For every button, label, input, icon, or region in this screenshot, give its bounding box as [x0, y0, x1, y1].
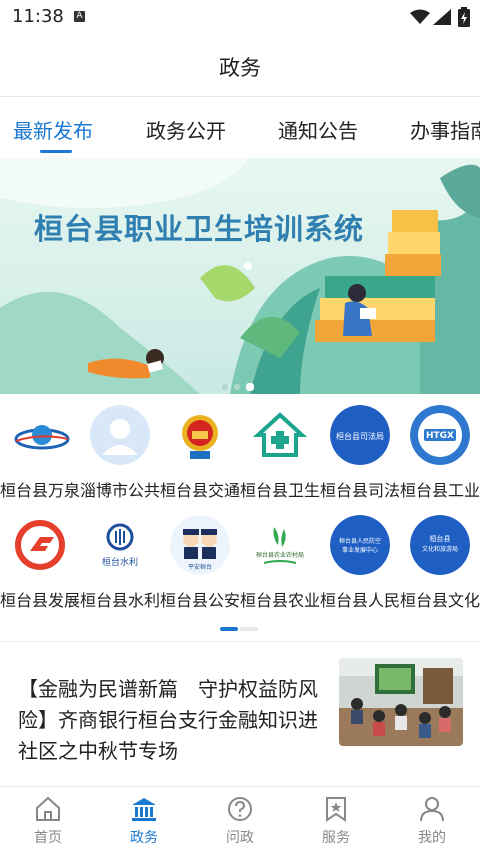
carousel-dot-active — [246, 383, 254, 391]
nav-home[interactable]: 首页 — [0, 787, 96, 854]
news-title: 【金融为民谱新篇 守护权益防风险】齐商银行桓台支行金融知识进社区之中秋节专场 — [18, 677, 318, 763]
notification-a-icon: A — [74, 11, 85, 22]
health-house-icon — [250, 405, 310, 465]
red-f-logo-icon — [10, 515, 70, 575]
question-circle-icon — [228, 797, 252, 821]
tab-notices[interactable]: 通知公告 — [278, 115, 358, 144]
department-label: 桓台县工业 — [400, 481, 480, 500]
svg-text:桓台县农业农村局: 桓台县农业农村局 — [256, 551, 304, 559]
department-label: 桓台县人民 — [320, 591, 400, 610]
department-label: 桓台县水利 — [80, 591, 160, 610]
carousel-dot — [234, 384, 240, 390]
nav-label: 首页 — [34, 830, 62, 846]
news-thumbnail — [339, 658, 463, 746]
tab-latest[interactable]: 最新发布 — [13, 115, 93, 144]
globe-logo-icon — [10, 405, 70, 465]
svg-text:事业发展中心: 事业发展中心 — [342, 546, 378, 554]
signal-icon — [433, 9, 451, 25]
page-title: 政务 — [219, 56, 261, 80]
grid-page-indicator — [220, 627, 260, 631]
tab-service-guide[interactable]: 办事指南 — [410, 115, 480, 144]
carousel-dots — [222, 375, 260, 394]
svg-text:HTGX: HTGX — [426, 431, 454, 441]
nav-profile[interactable]: 我的 — [384, 787, 480, 854]
nav-label: 我的 — [418, 830, 446, 846]
judicial-bureau-icon: 桓台县司法局 — [330, 405, 390, 465]
person-icon — [420, 797, 444, 822]
star-bookmark-icon — [326, 797, 346, 822]
department-label: 桓台县农业 — [240, 591, 320, 610]
department-label: 桓台县万泉 — [0, 481, 80, 500]
svg-text:桓台县司法局: 桓台县司法局 — [336, 431, 384, 441]
svg-text:桓台水利: 桓台水利 — [102, 556, 138, 568]
department-label: 桓台县卫生 — [240, 481, 320, 500]
agriculture-logo-icon: 桓台县农业农村局 — [250, 515, 310, 575]
department-row-1: 桓台县万泉 淄博市公共 桓台县交通 桓台县卫生 桓台县司法局 桓台县司法 HTG… — [0, 397, 480, 517]
indicator-inactive-segment — [240, 627, 258, 631]
nav-service[interactable]: 服务 — [288, 787, 384, 854]
banner-carousel[interactable]: 桓台县职业卫生培训系统 — [0, 158, 480, 394]
air-defense-icon: 桓台县人民防空 事业发展中心 — [330, 515, 390, 575]
carousel-dot — [222, 384, 228, 390]
active-tab-indicator — [40, 150, 72, 153]
app-bar: 政务 — [0, 34, 480, 97]
department-label: 桓台县文化 — [400, 591, 480, 610]
water-conservancy-icon: 桓台水利 — [90, 515, 150, 575]
nav-label: 政务 — [130, 830, 158, 846]
nav-label: 问政 — [226, 830, 254, 846]
culture-tourism-icon: 桓台县 文化和旅游局 — [410, 515, 470, 575]
national-emblem-icon — [170, 405, 230, 465]
wifi-icon — [410, 9, 430, 24]
department-label: 桓台县公安 — [160, 591, 240, 610]
status-time: 11:38 — [12, 6, 64, 27]
home-icon — [36, 796, 60, 821]
svg-text:平安桓台: 平安桓台 — [188, 563, 212, 571]
default-avatar-icon — [90, 405, 150, 465]
department-label: 桓台县发展 — [0, 591, 80, 610]
indicator-active-segment — [220, 627, 238, 631]
banner-title: 桓台县职业卫生培训系统 — [34, 212, 365, 246]
svg-text:桓台县人民防空: 桓台县人民防空 — [339, 537, 381, 545]
section-divider — [0, 641, 480, 642]
category-tabs: 最新发布 政务公开 通知公告 办事指南 — [0, 97, 480, 157]
nav-label: 服务 — [322, 830, 350, 846]
nav-inquiry[interactable]: 问政 — [192, 787, 288, 854]
department-label: 桓台县司法 — [320, 481, 400, 500]
htgx-logo-icon: HTGX — [410, 405, 470, 465]
bottom-navigation: 首页 政务 问政 服务 我的 — [0, 786, 480, 854]
police-cartoon-icon: 平安桓台 — [170, 515, 230, 575]
battery-icon — [458, 7, 470, 27]
department-label: 桓台县交通 — [160, 481, 240, 500]
tab-government-affairs[interactable]: 政务公开 — [146, 115, 226, 144]
svg-text:桓台县: 桓台县 — [430, 534, 451, 543]
status-bar: 11:38 A — [0, 0, 480, 34]
nav-government[interactable]: 政务 — [96, 787, 192, 854]
news-item[interactable]: 【金融为民谱新篇 守护权益防风险】齐商银行桓台支行金融知识进社区之中秋节专场 — [0, 652, 480, 782]
banner-illustration — [0, 158, 480, 394]
department-row-2: 桓台县发展 桓台水利 桓台县水利 平安桓台 桓台县公安 桓台县农业农村局 桓台县… — [0, 507, 480, 627]
svg-text:文化和旅游局: 文化和旅游局 — [422, 545, 458, 553]
government-building-icon — [132, 798, 156, 821]
department-label: 淄博市公共 — [80, 481, 160, 500]
